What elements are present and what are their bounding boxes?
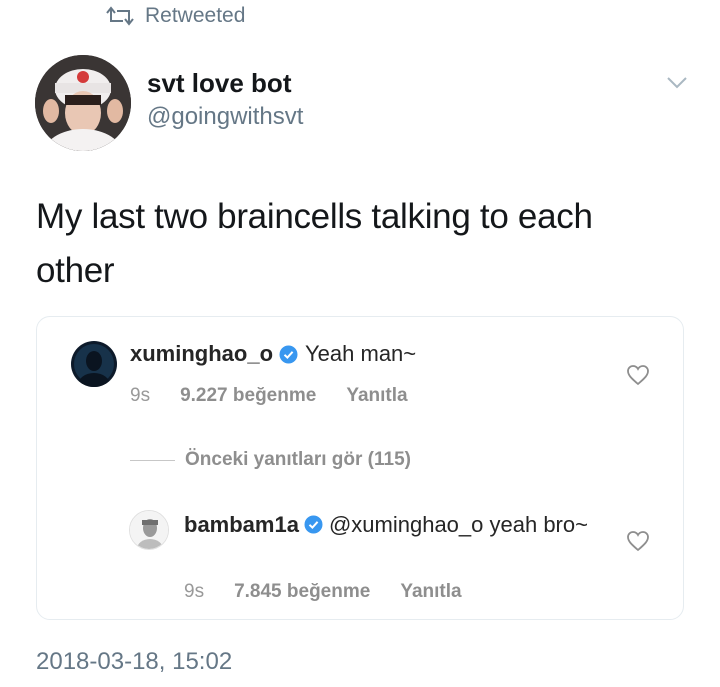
comment-likes: 7.845 beğenme [234, 581, 371, 602]
comment-time: 9s [130, 385, 151, 406]
author-handle[interactable]: @goingwithsvt [147, 103, 303, 131]
author-avatar[interactable] [35, 55, 131, 151]
verified-badge-icon [304, 515, 323, 534]
reply-link: Yanıtla [400, 581, 462, 602]
reply-link: Yanıtla [346, 385, 408, 406]
comment-likes: 9.227 beğenme [180, 385, 317, 406]
tweet-timestamp[interactable]: 2018-03-18, 15:02 [36, 648, 232, 676]
tweet-text: My last two braincells talking to each o… [36, 197, 593, 290]
author-display-name[interactable]: svt love bot [147, 68, 291, 99]
chevron-down-icon[interactable] [666, 76, 688, 90]
retweet-icon [105, 5, 135, 27]
view-previous-replies: Önceki yanıtları gör (115) [185, 449, 411, 470]
divider [130, 460, 175, 461]
commenter-avatar [129, 510, 169, 550]
comment-username: xuminghao_o [130, 341, 274, 366]
comment-text: @xuminghao_o yeah bro~ [328, 512, 588, 537]
retweeted-indicator: Retweeted [105, 4, 245, 28]
embedded-comments-screenshot[interactable]: xuminghao_o Yeah man~ 9s 9.227 beğenme Y… [36, 316, 684, 620]
comment-line: bambam1a @xuminghao_o yeah bro~ [184, 511, 604, 539]
comment-line: xuminghao_o Yeah man~ [130, 341, 416, 367]
comment-time: 9s [184, 581, 205, 602]
commenter-avatar [71, 341, 117, 387]
retweeted-label: Retweeted [145, 4, 246, 27]
comment-meta: 9s 7.845 beğenme Yanıtla [184, 581, 462, 603]
comment-username: bambam1a [184, 512, 299, 537]
heart-icon [626, 364, 650, 386]
heart-icon [626, 530, 650, 552]
verified-badge-icon [279, 345, 298, 364]
comment-text: Yeah man~ [305, 341, 417, 366]
comment-meta: 9s 9.227 beğenme Yanıtla [130, 385, 408, 407]
